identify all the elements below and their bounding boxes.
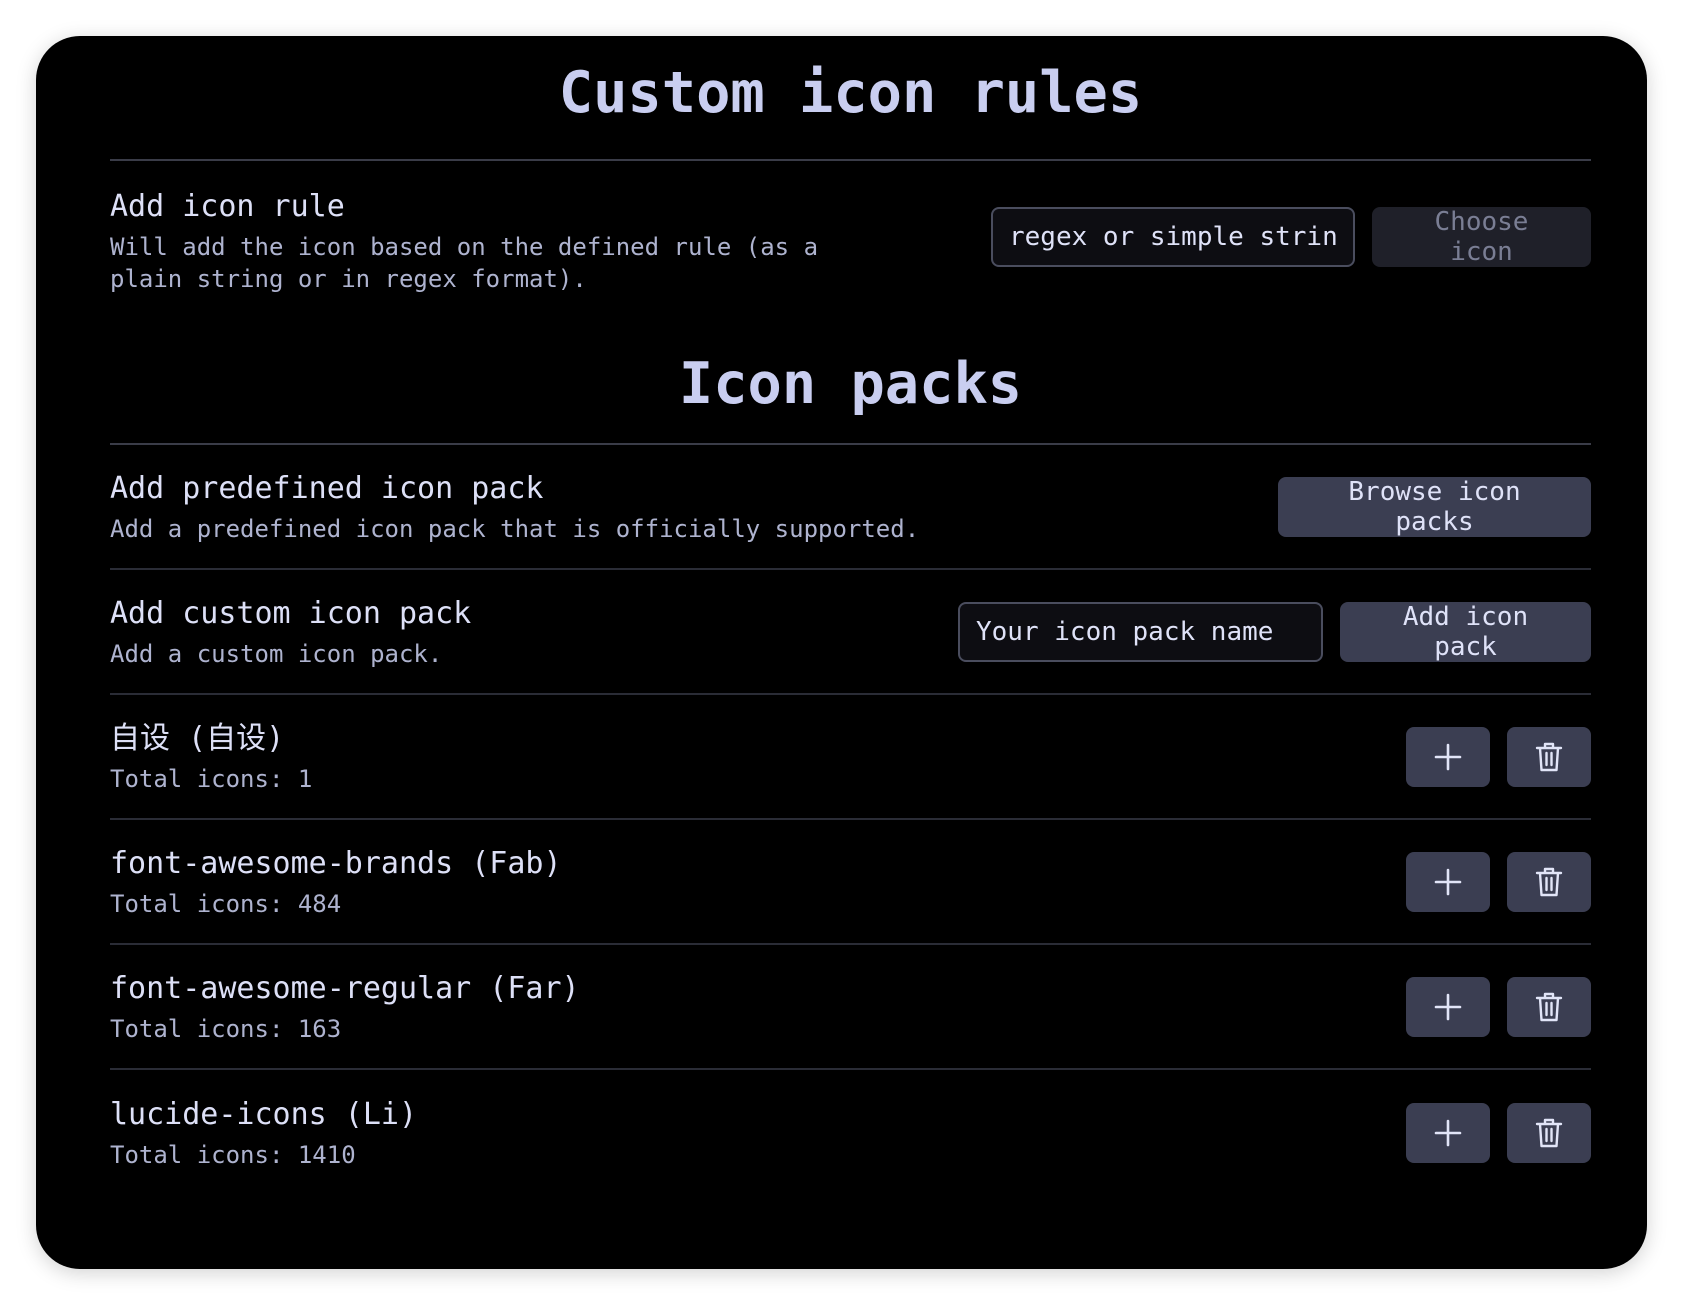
trash-icon: [1535, 742, 1563, 771]
predefined-pack-controls: Browse icon packs: [1278, 476, 1591, 537]
custom-pack-controls: Add icon pack: [958, 601, 1591, 662]
icon-pack-count: Total icons: 484: [110, 889, 342, 918]
add-custom-pack-setting: Add custom icon pack Add a custom icon p…: [110, 570, 1591, 695]
custom-pack-description: Add a custom icon pack.: [110, 639, 443, 668]
add-icon-button[interactable]: [1406, 1102, 1490, 1163]
trash-icon: [1535, 1118, 1563, 1147]
settings-window: Custom icon rules Add icon rule Will add…: [36, 36, 1647, 1269]
add-icon-rule-name: Add icon rule: [110, 189, 345, 224]
icon-pack-name: lucide-icons (Li): [110, 1096, 418, 1132]
predefined-pack-info: Add predefined icon pack Add a predefine…: [110, 469, 1278, 545]
icon-pack-name: font-awesome-brands (Fab): [110, 845, 562, 881]
icon-pack-row: lucide-icons (Li) Total icons: 1410: [110, 1070, 1591, 1195]
trash-icon: [1535, 992, 1563, 1021]
delete-pack-button[interactable]: [1507, 976, 1591, 1037]
icon-pack-controls: [1406, 976, 1591, 1037]
add-icon-rule-description: Will add the icon based on the defined r…: [110, 233, 819, 293]
add-predefined-pack-setting: Add predefined icon pack Add a predefine…: [110, 445, 1591, 570]
predefined-pack-name: Add predefined icon pack: [110, 470, 544, 506]
icon-pack-count: Total icons: 1: [110, 764, 313, 793]
icon-pack-info: 自设 (自设) Total icons: 1: [110, 719, 1406, 795]
add-icon-button[interactable]: [1406, 726, 1490, 787]
plus-icon: [1434, 1119, 1462, 1146]
delete-pack-button[interactable]: [1507, 851, 1591, 912]
add-icon-pack-button[interactable]: Add icon pack: [1340, 601, 1591, 662]
icon-pack-name: 自设 (自设): [110, 720, 285, 756]
add-icon-button[interactable]: [1406, 851, 1490, 912]
trash-icon: [1535, 867, 1563, 896]
icon-pack-info: font-awesome-brands (Fab) Total icons: 4…: [110, 844, 1406, 920]
icon-pack-info: lucide-icons (Li) Total icons: 1410: [110, 1095, 1406, 1171]
add-icon-rule-controls: Choose icon: [991, 207, 1591, 267]
delete-pack-button[interactable]: [1507, 726, 1591, 787]
plus-icon: [1434, 993, 1462, 1020]
icon-pack-info: font-awesome-regular (Far) Total icons: …: [110, 969, 1406, 1045]
icon-packs-heading: Icon packs: [110, 311, 1591, 445]
icon-pack-name-input[interactable]: [958, 601, 1323, 662]
add-icon-rule-setting: Add icon rule Will add the icon based on…: [110, 161, 1591, 311]
icon-pack-controls: [1406, 851, 1591, 912]
rule-input[interactable]: [991, 207, 1355, 267]
icon-pack-row: 自设 (自设) Total icons: 1: [110, 695, 1591, 820]
custom-icon-rules-heading: Custom icon rules: [110, 36, 1591, 161]
delete-pack-button[interactable]: [1507, 1102, 1591, 1163]
plus-icon: [1434, 868, 1462, 895]
custom-pack-name: Add custom icon pack: [110, 595, 472, 631]
icon-pack-count: Total icons: 1410: [110, 1140, 356, 1169]
add-icon-button[interactable]: [1406, 976, 1490, 1037]
browse-icon-packs-button[interactable]: Browse icon packs: [1278, 476, 1591, 537]
plus-icon: [1434, 743, 1462, 770]
choose-icon-button[interactable]: Choose icon: [1372, 207, 1591, 267]
icon-pack-count: Total icons: 163: [110, 1014, 342, 1043]
settings-content: Custom icon rules Add icon rule Will add…: [110, 36, 1591, 1195]
icon-pack-row: font-awesome-regular (Far) Total icons: …: [110, 945, 1591, 1070]
icon-pack-row: font-awesome-brands (Fab) Total icons: 4…: [110, 820, 1591, 945]
custom-pack-info: Add custom icon pack Add a custom icon p…: [110, 594, 958, 670]
icon-pack-name: font-awesome-regular (Far): [110, 970, 580, 1006]
icon-pack-controls: [1406, 1102, 1591, 1163]
add-icon-rule-info: Add icon rule Will add the icon based on…: [110, 187, 991, 295]
icon-pack-controls: [1406, 726, 1591, 787]
predefined-pack-description: Add a predefined icon pack that is offic…: [110, 514, 920, 543]
